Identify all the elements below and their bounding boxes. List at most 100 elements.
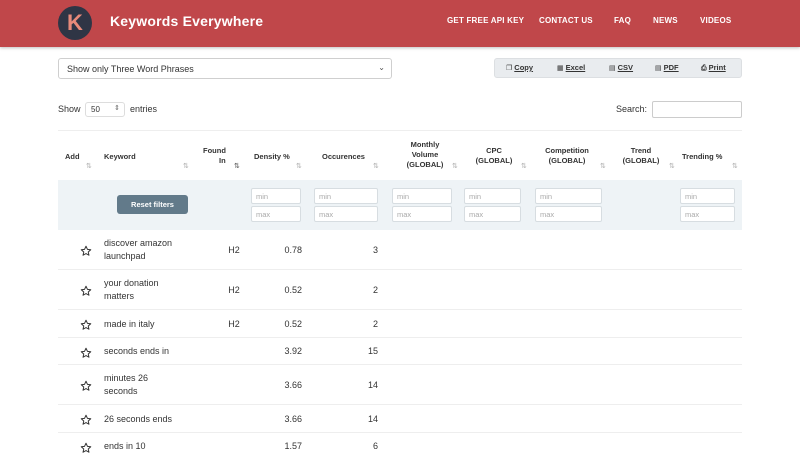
- column-header-cpc[interactable]: CPC (GLOBAL): [474, 146, 514, 166]
- sort-icon[interactable]: ⇅: [669, 162, 675, 170]
- keyword-text-line-2: matters: [104, 291, 135, 301]
- sort-desc-icon[interactable]: ⇅: [234, 162, 240, 170]
- keyword-text: minutes 26: [104, 373, 149, 383]
- copy-icon: ❐: [506, 65, 513, 72]
- pdf-button-label: PDF: [663, 63, 679, 72]
- found-in-line-2: In: [219, 156, 226, 165]
- volume-max-input[interactable]: max: [392, 206, 452, 222]
- table-top-border: [58, 130, 742, 131]
- sort-icon[interactable]: ⇅: [521, 162, 527, 170]
- density-cell: 3.92: [284, 346, 302, 356]
- sort-icon[interactable]: ⇅: [600, 162, 606, 170]
- entries-per-page-select[interactable]: 50 ⇕: [85, 102, 125, 117]
- excel-icon: ▦: [557, 65, 564, 72]
- star-icon[interactable]: [80, 413, 92, 425]
- keyword-cell: your donation matters: [104, 277, 199, 303]
- column-header-keyword[interactable]: Keyword: [104, 152, 136, 162]
- copy-button-label: Copy: [514, 63, 534, 72]
- table-row: seconds ends in 3.92 15: [58, 338, 742, 365]
- printer-icon: ⎙: [701, 65, 707, 72]
- nav-news[interactable]: NEWS: [653, 16, 678, 25]
- keyword-cell: minutes 26 seconds: [104, 372, 199, 398]
- cpc-max-input[interactable]: max: [464, 206, 521, 222]
- brand-logo[interactable]: K: [58, 6, 92, 40]
- occurences-min-input[interactable]: min: [314, 188, 378, 204]
- pdf-button[interactable]: ▤ PDF: [655, 63, 679, 72]
- volume-min-input[interactable]: min: [392, 188, 452, 204]
- keyword-cell: discover amazon launchpad: [104, 237, 199, 263]
- print-button[interactable]: ⎙ Print: [701, 63, 726, 73]
- density-cell: 0.52: [284, 318, 302, 329]
- column-header-occurences[interactable]: Occurences: [322, 152, 365, 162]
- reset-filters-button[interactable]: Reset filters: [117, 195, 188, 214]
- column-header-found-in[interactable]: Found In: [203, 146, 226, 166]
- star-icon[interactable]: [80, 379, 92, 391]
- table-row: 26 seconds ends 3.66 14: [58, 405, 742, 433]
- search-input[interactable]: [652, 101, 742, 118]
- excel-button-label: Excel: [565, 63, 586, 72]
- keyword-text: made in italy: [104, 318, 155, 329]
- column-header-density[interactable]: Density %: [254, 152, 290, 162]
- sort-icon[interactable]: ⇅: [452, 162, 458, 170]
- column-header-monthly-volume[interactable]: Monthly Volume (GLOBAL): [405, 140, 445, 170]
- trend-line-1: Trend: [630, 146, 652, 155]
- volume-line-1: Monthly: [410, 140, 440, 149]
- density-cell: 1.57: [284, 441, 302, 451]
- copy-button[interactable]: ❐ Copy: [506, 63, 533, 72]
- sort-icon[interactable]: ⇅: [183, 162, 189, 170]
- brand-name[interactable]: Keywords Everywhere: [110, 13, 263, 29]
- entries-per-page-value: 50: [91, 105, 100, 114]
- density-max-input[interactable]: max: [251, 206, 301, 222]
- phrase-length-selected: Show only Three Word Phrases: [67, 64, 194, 74]
- star-icon[interactable]: [80, 441, 92, 453]
- occurences-max-input[interactable]: max: [314, 206, 378, 222]
- occurences-cell: 14: [367, 413, 378, 424]
- competition-line-1: Competition: [545, 146, 589, 155]
- occurences-cell: 6: [372, 441, 378, 451]
- sort-toggle-icon: ⇕: [114, 105, 120, 112]
- entries-label: entries: [130, 104, 158, 114]
- keyword-text: discover amazon: [104, 238, 173, 248]
- csv-icon: ▤: [609, 65, 616, 72]
- csv-button[interactable]: ▤ CSV: [609, 63, 633, 72]
- competition-max-input[interactable]: max: [535, 206, 602, 222]
- sort-icon[interactable]: ⇅: [732, 162, 738, 170]
- trending-min-input[interactable]: min: [680, 188, 735, 204]
- column-header-trend[interactable]: Trend (GLOBAL): [621, 146, 661, 166]
- print-button-label: Print: [708, 63, 726, 72]
- occurences-cell: 2: [372, 284, 378, 295]
- nav-contact-us[interactable]: CONTACT US: [539, 16, 593, 25]
- keyword-cell: made in italy: [104, 318, 199, 331]
- nav-faq[interactable]: FAQ: [614, 16, 631, 25]
- star-icon[interactable]: [80, 346, 92, 358]
- keyword-cell: 26 seconds ends: [104, 413, 199, 426]
- trend-line-2: (GLOBAL): [622, 156, 660, 165]
- star-icon[interactable]: [80, 284, 92, 296]
- sort-icon[interactable]: ⇅: [296, 162, 302, 170]
- export-toolbar: ❐ Copy ▦ Excel ▤ CSV ▤ PDF ⎙ Print: [494, 58, 742, 78]
- column-header-trending[interactable]: Trending %: [682, 152, 722, 162]
- density-min-input[interactable]: min: [251, 188, 301, 204]
- csv-button-label: CSV: [617, 63, 634, 72]
- excel-button[interactable]: ▦ Excel: [557, 63, 585, 72]
- column-header-competition[interactable]: Competition (GLOBAL): [541, 146, 593, 166]
- competition-line-2: (GLOBAL): [548, 156, 586, 165]
- sort-icon[interactable]: ⇅: [86, 162, 92, 170]
- search-label: Search:: [616, 104, 648, 114]
- cpc-line-1: CPC: [486, 146, 502, 155]
- star-icon[interactable]: [80, 318, 92, 330]
- nav-videos[interactable]: VIDEOS: [700, 16, 731, 25]
- trending-max-input[interactable]: max: [680, 206, 735, 222]
- sort-icon[interactable]: ⇅: [373, 162, 379, 170]
- column-header-add[interactable]: Add: [65, 152, 80, 162]
- competition-min-input[interactable]: min: [535, 188, 602, 204]
- nav-get-free-api-key[interactable]: GET FREE API KEY: [447, 16, 524, 25]
- cpc-min-input[interactable]: min: [464, 188, 521, 204]
- cpc-line-2: (GLOBAL): [475, 156, 513, 165]
- keyword-text-line-2: seconds: [104, 386, 138, 396]
- star-icon[interactable]: [80, 244, 92, 256]
- keyword-cell: seconds ends in: [104, 345, 199, 358]
- occurences-cell: 14: [367, 379, 378, 390]
- occurences-cell: 15: [367, 346, 378, 356]
- phrase-length-select[interactable]: Show only Three Word Phrases ⌄: [58, 58, 392, 79]
